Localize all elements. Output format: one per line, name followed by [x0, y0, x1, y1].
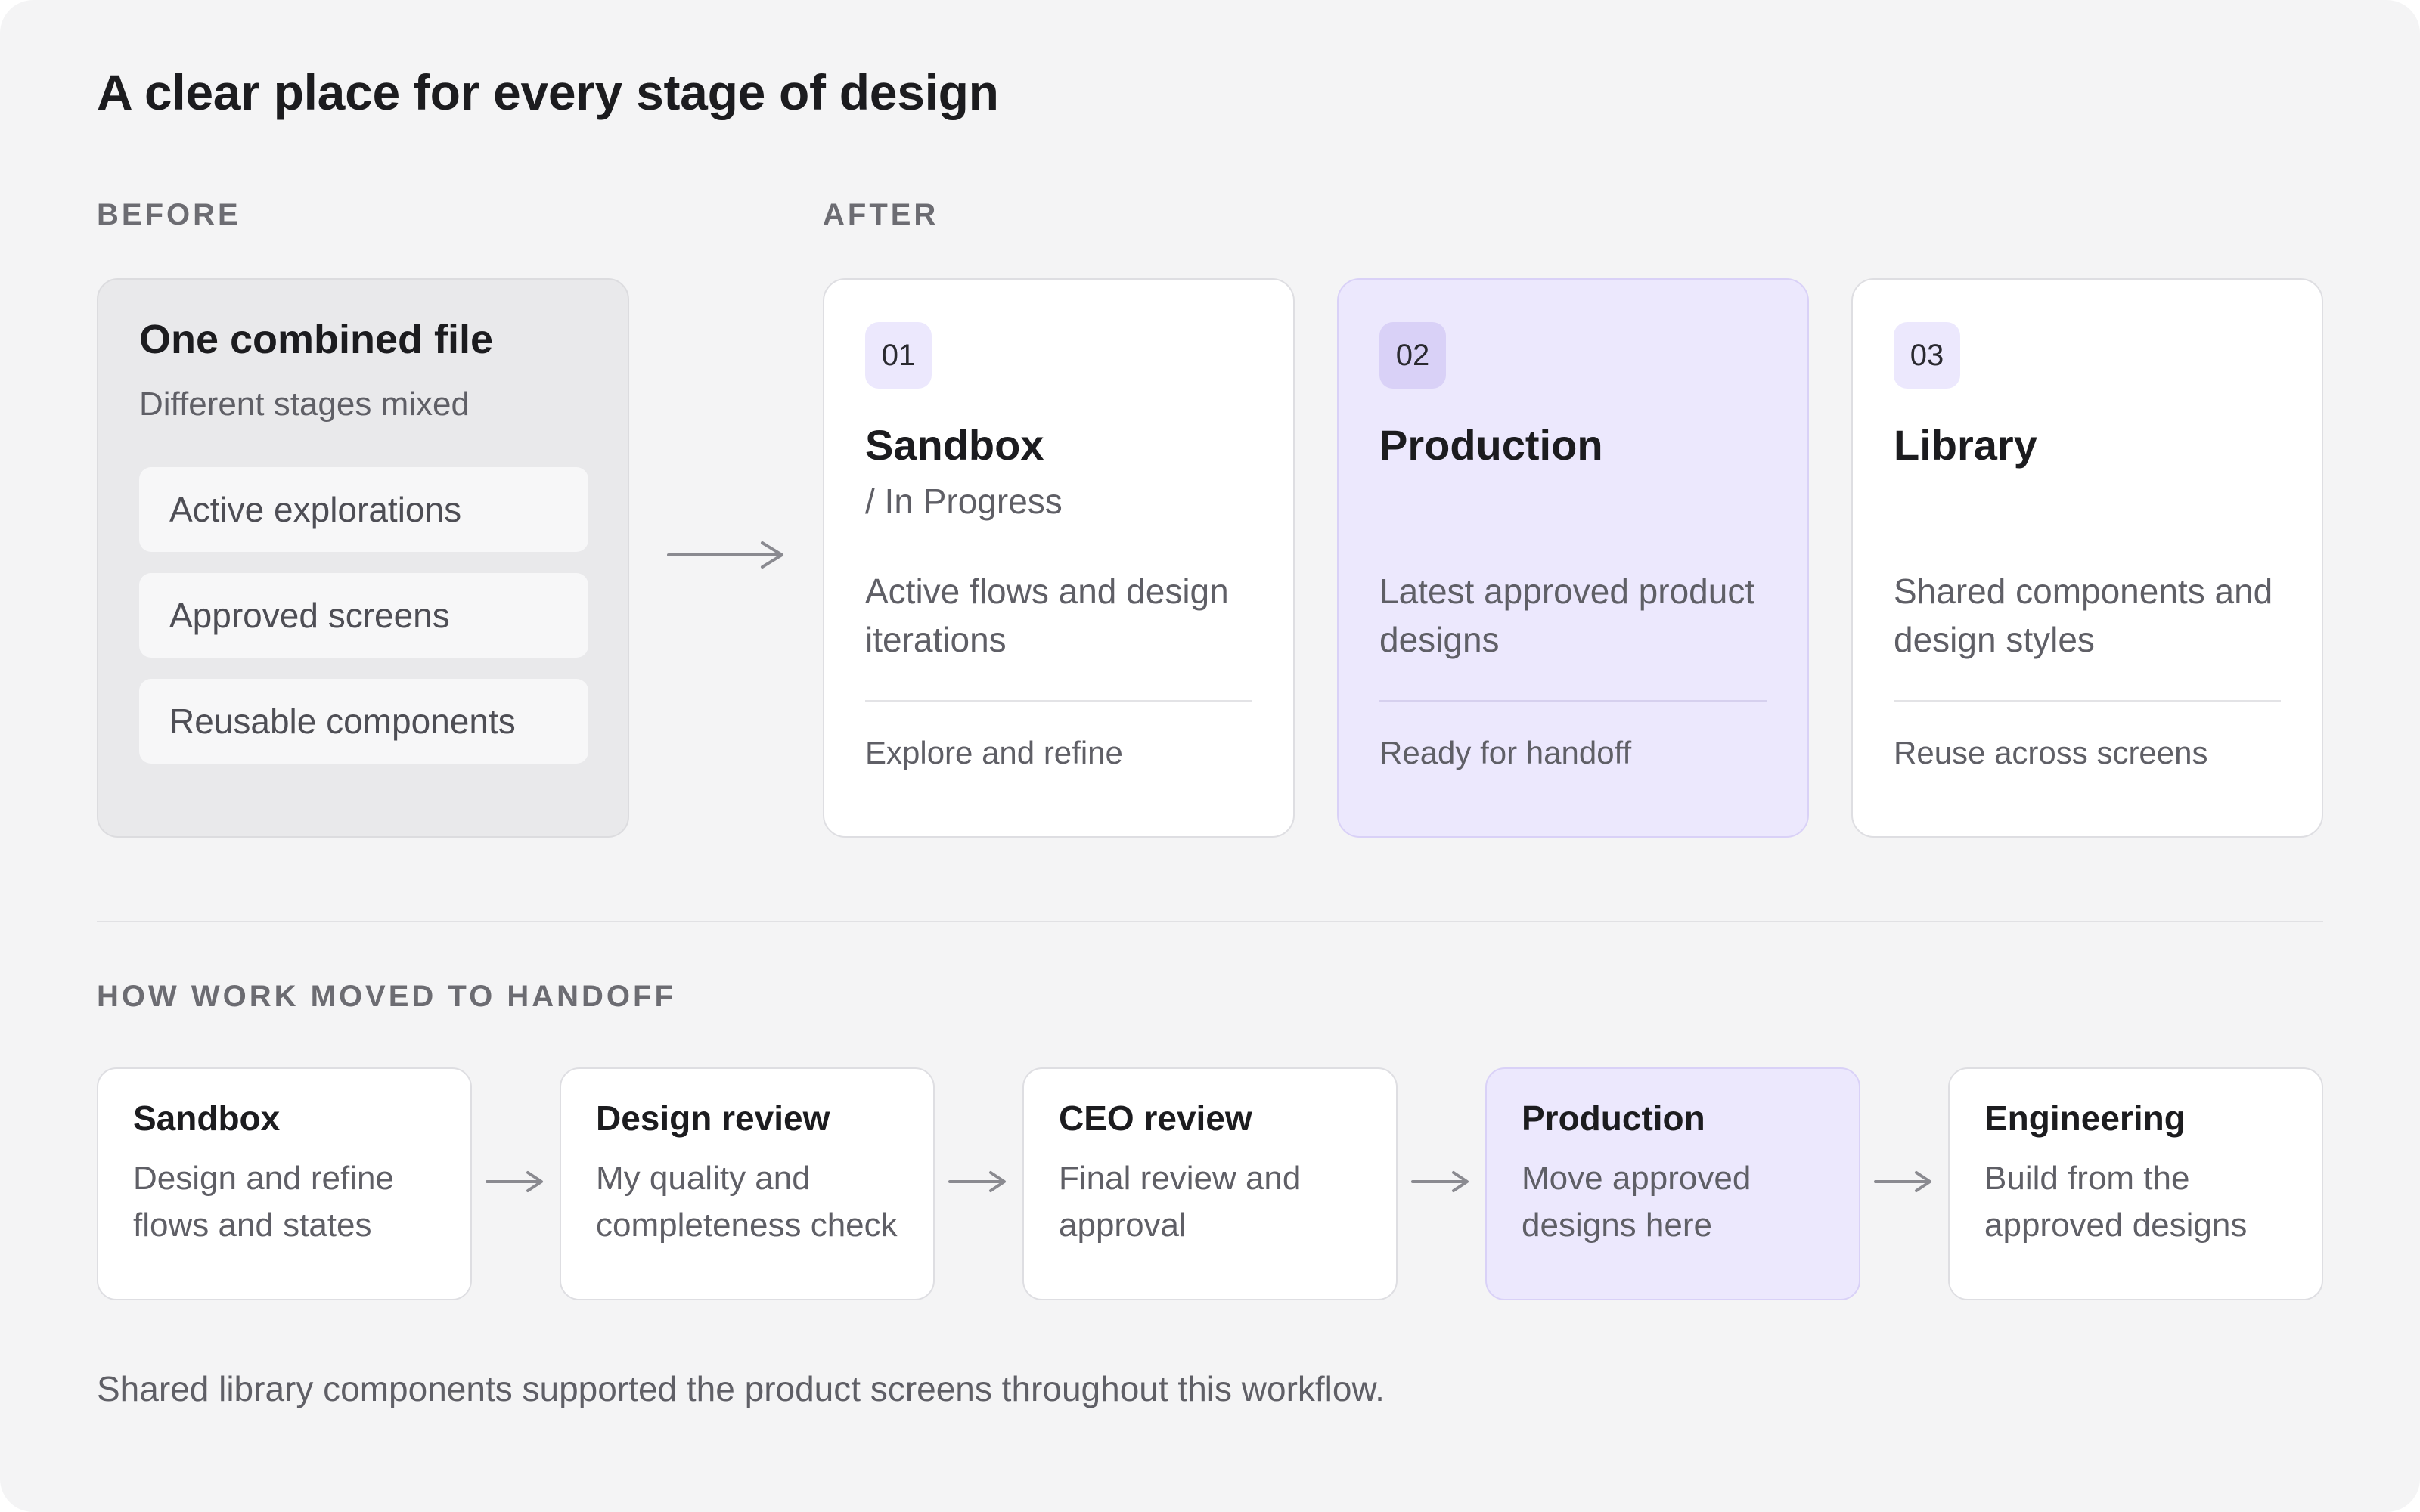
page-title: A clear place for every stage of design [97, 64, 999, 120]
right-arrow-icon [948, 1171, 1006, 1192]
stage-divider [865, 700, 1252, 702]
stage-note: Reuse across screens [1894, 735, 2208, 770]
stage-number-badge: 01 [865, 322, 932, 389]
after-label: AFTER [823, 198, 939, 231]
footer-note: Shared library components supported the … [97, 1369, 1385, 1408]
before-item: Approved screens [139, 573, 588, 658]
flow-step-title: Design review [596, 1098, 830, 1138]
flow-step-sandbox: Sandbox Design and refine flows and stat… [97, 1067, 472, 1300]
stage-name: Library [1894, 421, 2037, 469]
flow-step-production: Production Move approved designs here [1485, 1067, 1860, 1300]
flow-step-description: Move approved designs here [1522, 1160, 1751, 1244]
before-item: Active explorations [139, 467, 588, 552]
before-label: BEFORE [97, 198, 241, 231]
flow-step-description: Final review and approval [1059, 1160, 1302, 1244]
right-arrow-icon [667, 541, 783, 569]
flow-step-engineering: Engineering Build from the approved desi… [1948, 1067, 2323, 1300]
stage-card-sandbox: 01 Sandbox / In Progress Active flows an… [823, 278, 1295, 838]
before-card-subtitle: Different stages mixed [139, 386, 470, 423]
right-arrow-icon [486, 1171, 543, 1192]
stage-note: Explore and refine [865, 735, 1123, 770]
flow-step-title: Engineering [1984, 1098, 2186, 1138]
right-arrow-icon [1874, 1171, 1931, 1192]
stage-divider [1379, 700, 1767, 702]
stage-description: Latest approved product designs [1379, 572, 1755, 659]
diagram-canvas: A clear place for every stage of design … [0, 0, 2420, 1512]
flow-step-title: CEO review [1059, 1098, 1252, 1138]
stage-description: Active flows and design iterations [865, 572, 1229, 659]
before-card-title: One combined file [139, 317, 494, 362]
stage-note: Ready for handoff [1379, 735, 1632, 770]
stage-subtitle: / In Progress [865, 482, 1063, 521]
flow-step-ceo-review: CEO review Final review and approval [1022, 1067, 1398, 1300]
flow-step-design-review: Design review My quality and completenes… [560, 1067, 935, 1300]
flow-step-title: Sandbox [133, 1098, 281, 1138]
before-card: One combined file Different stages mixed… [97, 278, 629, 838]
stage-number-badge: 03 [1894, 322, 1960, 389]
flow-step-title: Production [1522, 1098, 1705, 1138]
before-item: Reusable components [139, 679, 588, 764]
flow-step-description: Design and refine flows and states [133, 1160, 394, 1244]
flow-step-description: Build from the approved designs [1984, 1160, 2248, 1244]
right-arrow-icon [1411, 1171, 1469, 1192]
stage-name: Sandbox [865, 421, 1044, 469]
stage-description: Shared components and design styles [1894, 572, 2273, 659]
section-divider [97, 921, 2323, 922]
flow-step-description: My quality and completeness check [596, 1160, 898, 1244]
handoff-label: HOW WORK MOVED TO HANDOFF [97, 980, 676, 1013]
stage-name: Production [1379, 421, 1603, 469]
stage-divider [1894, 700, 2281, 702]
stage-number-badge: 02 [1379, 322, 1446, 389]
stage-card-production: 02 Production Latest approved product de… [1337, 278, 1809, 838]
stage-card-library: 03 Library Shared components and design … [1851, 278, 2323, 838]
